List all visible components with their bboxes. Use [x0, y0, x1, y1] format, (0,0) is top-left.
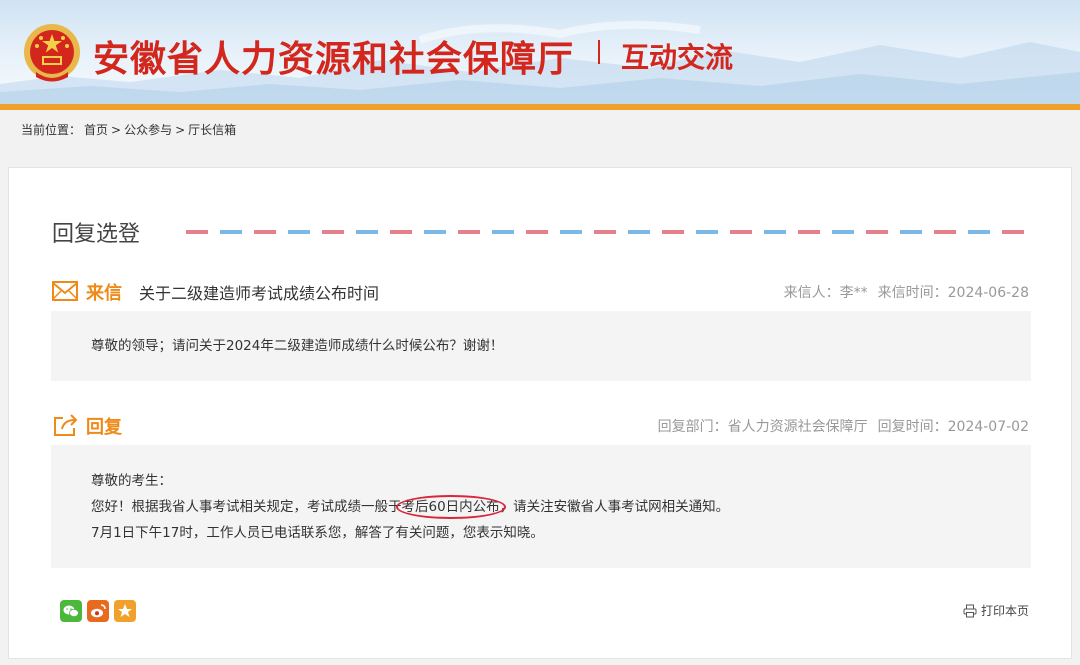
printer-icon	[963, 604, 977, 618]
reply-share-icon	[54, 414, 78, 436]
wechat-icon[interactable]	[60, 600, 82, 622]
envelope-icon	[52, 281, 78, 301]
airmail-divider	[186, 230, 1024, 234]
breadcrumb-public-participation[interactable]: 公众参与	[124, 123, 172, 137]
reply-dept: 省人力资源社会保障厅	[727, 419, 868, 435]
title-divider	[598, 40, 600, 64]
content-card: 回复选登 来信 关于二级建造师考试成绩公布时间 来信人：李** 来信时间：2024…	[8, 167, 1072, 659]
letter-time-label: 来信时间：	[877, 285, 948, 301]
reply-dept-label: 回复部门：	[657, 419, 728, 435]
reply-header: 回复 回复部门：省人力资源社会保障厅 回复时间：2024-07-02	[51, 412, 1031, 438]
reply-line-2: 7月1日下午17时，工作人员已电话联系您，解答了有关问题，您表示知晓。	[91, 525, 544, 541]
breadcrumb: 当前位置： 首页 > 公众参与 > 厅长信箱	[21, 121, 239, 138]
breadcrumb-director-mailbox[interactable]: 厅长信箱	[188, 123, 236, 137]
reply-label: 回复	[86, 417, 122, 438]
reply-line-1: 您好！根据我省人事考试相关规定，考试成绩一般于考后60日内公布 ，请关注安徽省人事…	[91, 494, 729, 520]
reply-content-box: 尊敬的考生： 您好！根据我省人事考试相关规定，考试成绩一般于考后60日内公布 ，请…	[51, 445, 1031, 568]
breadcrumb-prefix: 当前位置：	[21, 123, 82, 137]
letter-header: 来信 关于二级建造师考试成绩公布时间 来信人：李** 来信时间：2024-06-2…	[51, 278, 1031, 304]
reply-greeting: 尊敬的考生：	[91, 473, 172, 489]
letter-content: 尊敬的领导；请问关于2024年二级建造师成绩什么时候公布？谢谢！	[91, 338, 504, 354]
site-title[interactable]: 安徽省人力资源和社会保障厅	[93, 30, 574, 82]
print-button[interactable]: 打印本页	[963, 602, 1029, 619]
reply-meta: 回复部门：省人力资源社会保障厅 回复时间：2024-07-02	[658, 416, 1029, 436]
reply-line-1-before: 您好！根据我省人事考试相关规定，考试成绩一般于	[91, 499, 402, 515]
site-header: 安徽省人力资源和社会保障厅 互动交流	[0, 0, 1080, 106]
letter-meta: 来信人：李** 来信时间：2024-06-28	[784, 282, 1029, 302]
letter-subject: 关于二级建造师考试成绩公布时间	[139, 284, 380, 303]
reply-line-1-after: ，请关注安徽省人事考试网相关通知。	[499, 499, 730, 515]
header-accent-bar	[0, 104, 1080, 110]
sender-name: 李**	[839, 285, 868, 301]
section-title: 回复选登	[52, 222, 141, 247]
print-label[interactable]: 打印本页	[981, 604, 1029, 618]
reply-time-label: 回复时间：	[877, 419, 948, 435]
weibo-icon[interactable]	[87, 600, 109, 622]
letter-label: 来信	[86, 283, 122, 304]
sender-label: 来信人：	[783, 285, 840, 301]
letter-content-box: 尊敬的领导；请问关于2024年二级建造师成绩什么时候公布？谢谢！	[51, 311, 1031, 381]
reply-highlight: 考后60日内公布	[395, 495, 506, 519]
favorite-icon[interactable]	[114, 600, 136, 622]
breadcrumb-home[interactable]: 首页	[84, 123, 108, 137]
site-subtitle[interactable]: 互动交流	[621, 36, 733, 76]
breadcrumb-separator: >	[175, 123, 186, 137]
reply-highlight-text: 考后60日内公布	[401, 499, 500, 515]
breadcrumb-separator: >	[111, 123, 122, 137]
reply-time: 2024-07-02	[947, 419, 1029, 435]
letter-time: 2024-06-28	[947, 285, 1029, 301]
national-emblem-icon	[24, 24, 80, 82]
